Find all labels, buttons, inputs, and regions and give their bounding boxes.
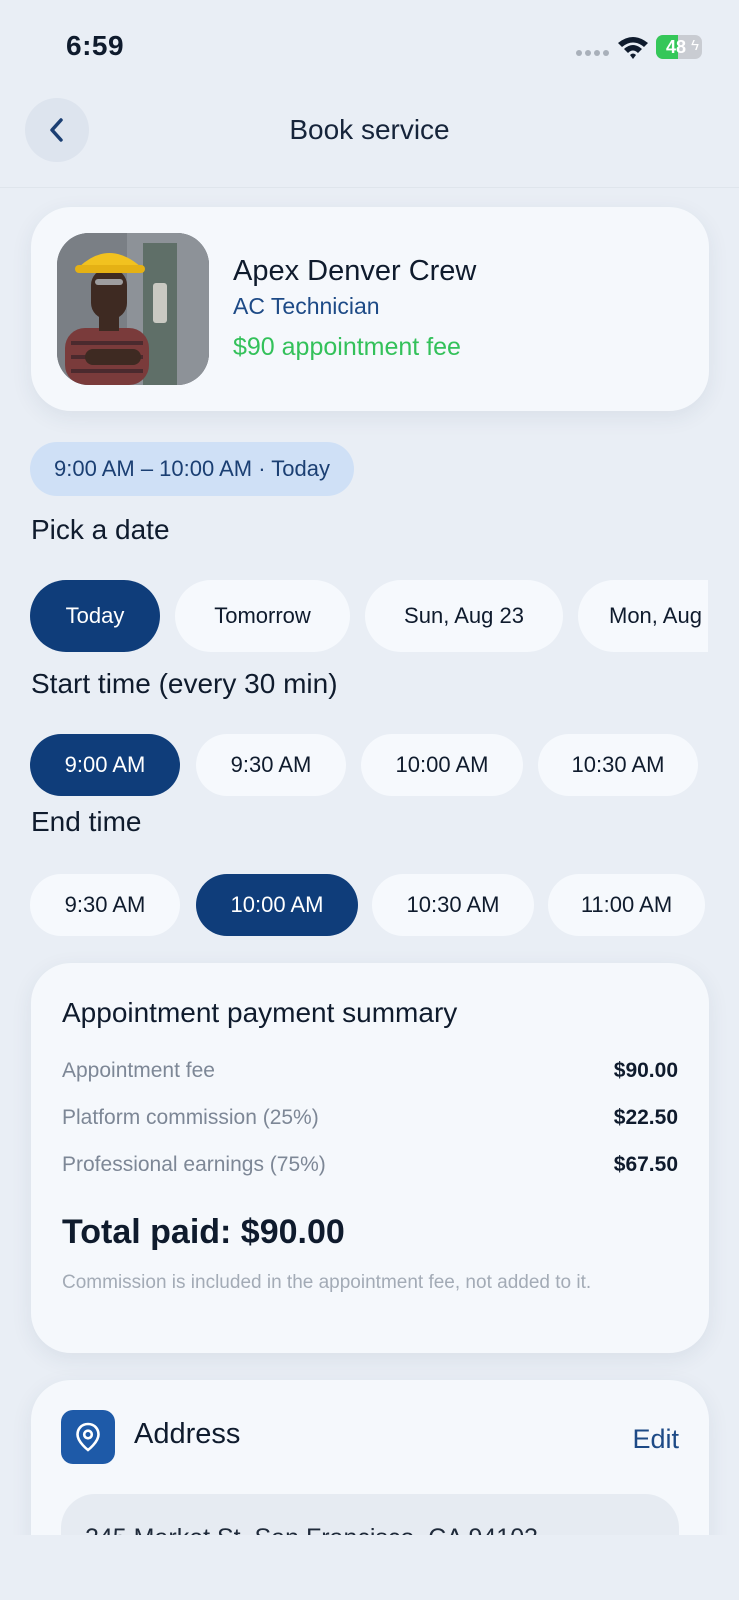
professional-name: Apex Denver Crew xyxy=(233,255,477,287)
location-pin-icon xyxy=(61,1410,115,1464)
start-time-option[interactable]: 10:00 AM xyxy=(361,734,523,796)
summary-row-value: $90.00 xyxy=(613,1059,678,1082)
summary-row-label: Platform commission (25%) xyxy=(62,1106,319,1129)
start-time-section-label: Start time (every 30 min) xyxy=(31,668,338,699)
commission-note: Commission is included in the appointmen… xyxy=(62,1272,592,1293)
summary-row-value: $67.50 xyxy=(613,1153,678,1176)
summary-title: Appointment payment summary xyxy=(62,997,458,1028)
edit-address-button[interactable]: Edit xyxy=(632,1424,679,1455)
page-title: Book service xyxy=(289,114,450,145)
end-time-options: 9:30 AM 10:00 AM 10:30 AM 11:00 AM xyxy=(0,874,708,950)
start-time-options: 9:00 AM 9:30 AM 10:00 AM 10:30 AM xyxy=(0,734,708,810)
status-bar: 6:59 48 ϟ xyxy=(0,0,739,90)
date-options: Today Tomorrow Sun, Aug 23 Mon, Aug xyxy=(0,580,708,656)
screen: 6:59 48 ϟ Book service Apex Denver Crew … xyxy=(0,0,739,1600)
battery-level: 48 xyxy=(665,37,687,57)
payment-summary-card: Appointment payment summary Appointment … xyxy=(31,963,709,1353)
summary-row: Professional earnings (75%) $67.50 xyxy=(62,1153,678,1183)
total-paid: Total paid: $90.00 xyxy=(62,1213,345,1251)
end-time-section-label: End time xyxy=(31,806,142,837)
professional-avatar xyxy=(57,233,209,385)
bottom-safe-area xyxy=(0,1535,739,1600)
end-time-option[interactable]: 11:00 AM xyxy=(548,874,705,936)
cellular-signal-icon xyxy=(576,50,610,58)
selected-slot-badge: 9:00 AM – 10:00 AM · Today xyxy=(30,442,354,496)
start-time-option[interactable]: 9:00 AM xyxy=(30,734,180,796)
navigation-header: Book service xyxy=(0,90,739,188)
date-option-mon-aug[interactable]: Mon, Aug xyxy=(578,580,708,652)
start-time-option[interactable]: 10:30 AM xyxy=(538,734,698,796)
professional-card[interactable]: Apex Denver Crew AC Technician $90 appoi… xyxy=(31,207,709,411)
end-time-option[interactable]: 9:30 AM xyxy=(30,874,180,936)
wifi-icon xyxy=(618,37,648,59)
summary-row: Platform commission (25%) $22.50 xyxy=(62,1106,678,1136)
date-option-sun-aug-23[interactable]: Sun, Aug 23 xyxy=(365,580,563,652)
date-option-today[interactable]: Today xyxy=(30,580,160,652)
summary-row-value: $22.50 xyxy=(613,1106,678,1129)
status-time: 6:59 xyxy=(66,30,125,61)
date-section-label: Pick a date xyxy=(31,514,170,545)
appointment-fee: $90 appointment fee xyxy=(233,333,461,361)
summary-row-label: Professional earnings (75%) xyxy=(62,1153,326,1176)
end-time-option[interactable]: 10:30 AM xyxy=(372,874,534,936)
professional-role: AC Technician xyxy=(233,293,380,319)
end-time-option[interactable]: 10:00 AM xyxy=(196,874,358,936)
avatar-image xyxy=(57,233,209,385)
summary-row: Appointment fee $90.00 xyxy=(62,1059,678,1089)
address-title: Address xyxy=(134,1418,241,1450)
date-option-tomorrow[interactable]: Tomorrow xyxy=(175,580,350,652)
summary-row-label: Appointment fee xyxy=(62,1059,215,1082)
battery-icon: 48 ϟ xyxy=(656,35,702,59)
start-time-option[interactable]: 9:30 AM xyxy=(196,734,346,796)
